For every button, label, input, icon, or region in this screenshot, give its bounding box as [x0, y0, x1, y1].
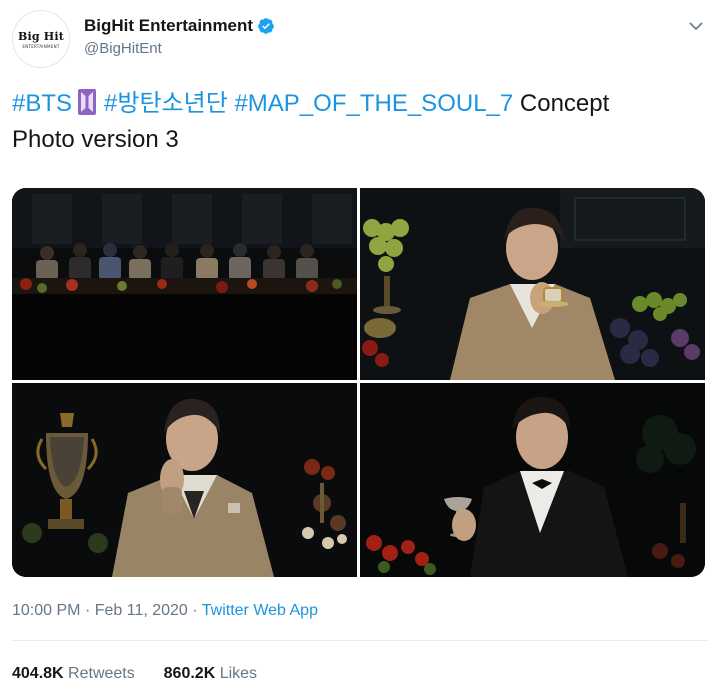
tweet-stats: 404.8K Retweets 860.2K Likes	[12, 665, 257, 683]
member-teacup-image	[360, 188, 705, 380]
retweets-stat[interactable]: 404.8K Retweets	[12, 665, 135, 682]
tweet-source-link[interactable]: Twitter Web App	[202, 602, 318, 619]
avatar-logo-subtext: ENTERTAINMENT	[22, 43, 60, 49]
member-trophy-photo[interactable]	[12, 383, 357, 577]
group-table-image	[12, 188, 357, 380]
tweet-meta: 10:00 PM · Feb 11, 2020 · Twitter Web Ap…	[12, 602, 318, 620]
account-handle[interactable]: @BigHitEnt	[84, 40, 275, 57]
display-name[interactable]: BigHit Entertainment	[84, 16, 253, 36]
hashtag-map-of-the-soul[interactable]: #MAP_OF_THE_SOUL_7	[234, 90, 513, 117]
account-name-block: BigHit Entertainment @BigHitEnt	[84, 16, 275, 57]
tweet-text-tail: Concept	[519, 90, 610, 117]
chevron-down-icon[interactable]	[688, 18, 704, 34]
display-name-row[interactable]: BigHit Entertainment	[84, 16, 275, 36]
meta-separator: ·	[84, 602, 91, 619]
member-teacup-photo[interactable]	[360, 188, 705, 380]
member-goblet-image	[360, 383, 705, 577]
group-table-photo[interactable]	[12, 188, 357, 380]
retweets-count: 404.8K	[12, 665, 64, 682]
tweet-time[interactable]: 10:00 PM	[12, 602, 80, 619]
tweet-date[interactable]: Feb 11, 2020	[95, 602, 188, 619]
likes-label: Likes	[219, 665, 258, 682]
divider	[12, 640, 708, 641]
media-grid	[12, 188, 705, 577]
purple-bts-logo-icon	[78, 89, 97, 115]
hashtag-korean[interactable]: #방탄소년단	[104, 90, 228, 117]
member-goblet-photo[interactable]	[360, 383, 705, 577]
avatar-logo-text: Big Hit	[17, 29, 65, 43]
verified-badge-icon	[258, 18, 274, 34]
retweets-label: Retweets	[68, 665, 135, 682]
likes-stat[interactable]: 860.2K Likes	[164, 665, 257, 682]
hashtag-bts[interactable]: #BTS	[12, 90, 72, 117]
tweet-text: #BTS #방탄소년단 #MAP_OF_THE_SOUL_7 Concept P…	[12, 86, 708, 158]
likes-count: 860.2K	[163, 665, 216, 682]
tweet-text-line2: Photo version 3	[12, 126, 179, 153]
meta-separator: ·	[192, 602, 198, 619]
tweet-header: Big Hit ENTERTAINMENT BigHit Entertainme…	[12, 10, 708, 68]
avatar[interactable]: Big Hit ENTERTAINMENT	[12, 10, 70, 68]
member-trophy-image	[12, 383, 357, 577]
